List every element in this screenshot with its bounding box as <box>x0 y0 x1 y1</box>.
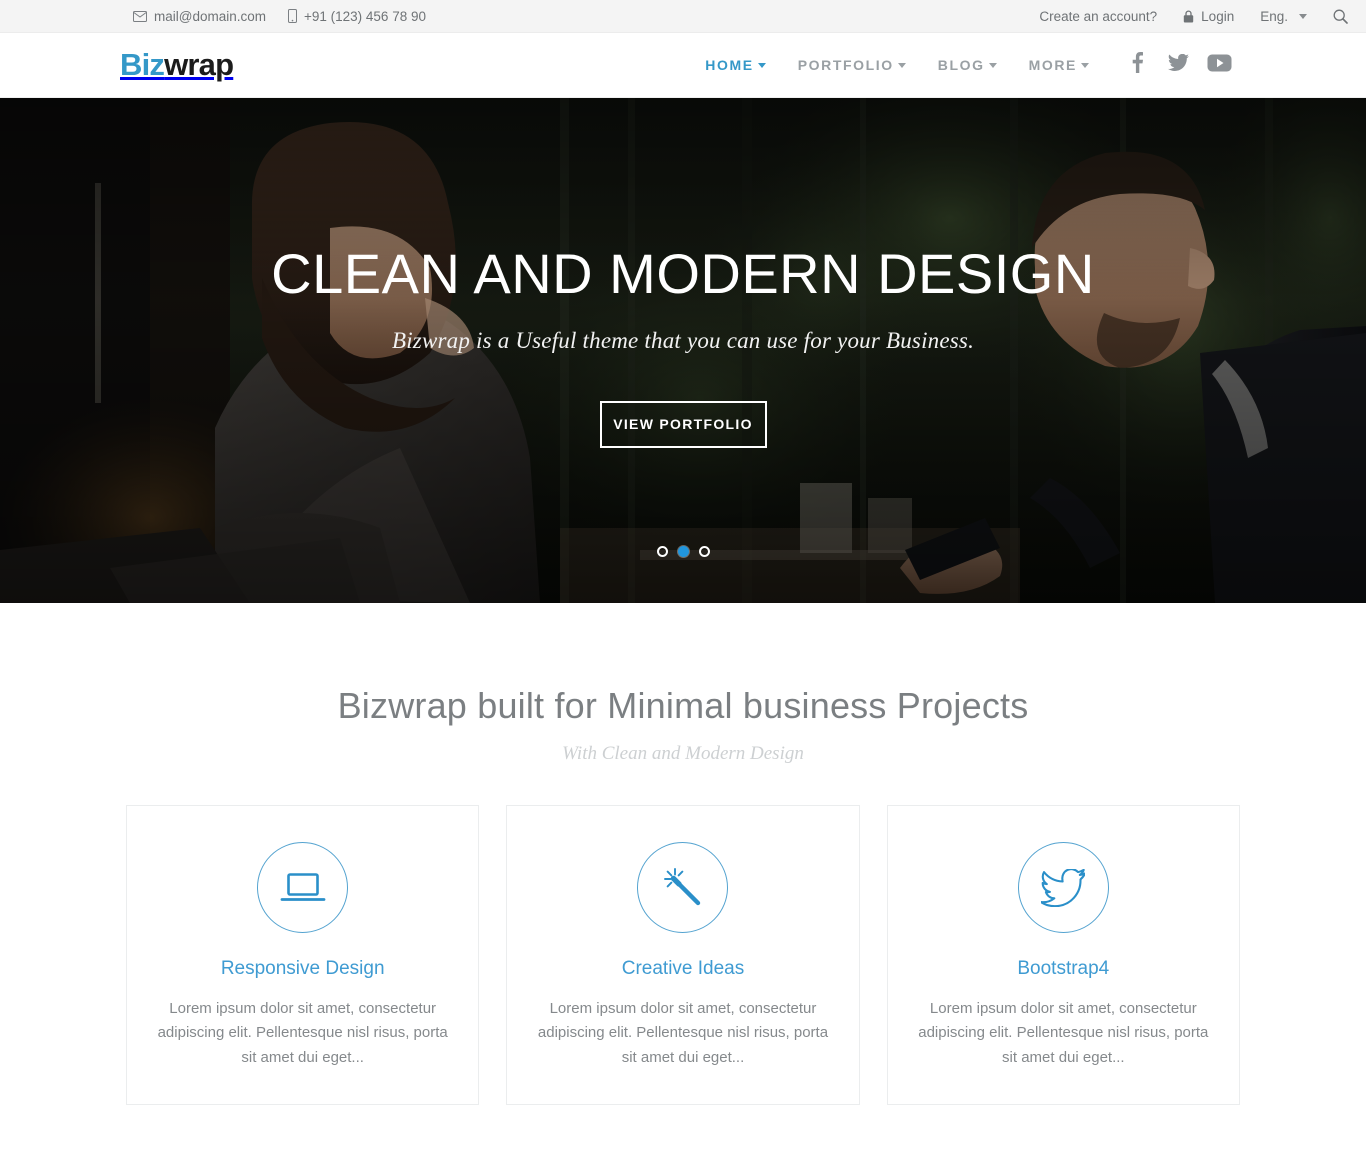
login-link[interactable]: Login <box>1183 9 1234 24</box>
view-portfolio-button[interactable]: VIEW PORTFOLIO <box>599 400 767 448</box>
youtube-icon <box>1207 54 1232 77</box>
carousel-dot-1[interactable] <box>656 546 668 557</box>
language-label: Eng. <box>1260 8 1288 24</box>
search-button[interactable] <box>1333 9 1348 24</box>
hero-title: CLEAN AND MODERN DESIGN <box>271 242 1095 305</box>
hero-subtitle: Bizwrap is a Useful theme that you can u… <box>391 327 975 353</box>
email-text: mail@domain.com <box>154 8 266 24</box>
feature-card-responsive-design[interactable]: Responsive Design Lorem ipsum dolor sit … <box>126 805 480 1105</box>
chevron-down-icon <box>757 62 766 68</box>
chevron-down-icon <box>1081 62 1089 68</box>
feature-card-text: Lorem ipsum dolor sit amet, consectetur … <box>918 1000 1209 1066</box>
lock-icon <box>1183 9 1194 23</box>
social-links <box>1117 45 1240 86</box>
create-account-link[interactable]: Create an account? <box>1039 9 1157 24</box>
hero-carousel: CLEAN AND MODERN DESIGN Bizwrap is a Use… <box>0 98 1366 603</box>
nav-item-more[interactable]: MORE <box>1013 33 1105 98</box>
top-bar: mail@domain.com +91 (123) 456 78 90 Crea… <box>0 0 1366 33</box>
top-bar-account: Create an account? Login Eng. <box>1039 9 1348 24</box>
create-account-label: Create an account? <box>1039 8 1158 24</box>
feature-card-list: Responsive Design Lorem ipsum dolor sit … <box>0 805 1366 1105</box>
facebook-icon <box>1132 52 1144 78</box>
top-bar-contact: mail@domain.com +91 (123) 456 78 90 <box>133 9 426 24</box>
twitter-bird-icon <box>1017 842 1109 933</box>
chevron-down-icon <box>988 62 997 68</box>
nav-label-more: MORE <box>1028 56 1077 73</box>
feature-card-bootstrap4[interactable]: Bootstrap4 Lorem ipsum dolor sit amet, c… <box>886 805 1240 1105</box>
nav-label-home: HOME <box>705 56 754 73</box>
features-section: Bizwrap built for Minimal business Proje… <box>0 603 1366 1149</box>
nav-label-portfolio: PORTFOLIO <box>797 56 894 73</box>
laptop-icon <box>257 842 349 933</box>
email-link[interactable]: mail@domain.com <box>133 9 266 24</box>
search-icon <box>1333 9 1348 24</box>
nav-item-home[interactable]: HOME <box>689 33 781 98</box>
nav-label-blog: BLOG <box>937 56 985 73</box>
feature-card-creative-ideas[interactable]: Creative Ideas Lorem ipsum dolor sit ame… <box>506 805 860 1105</box>
phone-link[interactable]: +91 (123) 456 78 90 <box>288 9 426 24</box>
feature-card-title: Responsive Design <box>220 958 385 979</box>
feature-card-text: Lorem ipsum dolor sit amet, consectetur … <box>157 1000 448 1066</box>
hero-content: CLEAN AND MODERN DESIGN Bizwrap is a Use… <box>0 98 1366 603</box>
nav-item-blog[interactable]: BLOG <box>922 33 1013 98</box>
login-label: Login <box>1201 8 1235 24</box>
logo-text-secondary: wrap <box>164 47 234 82</box>
carousel-indicators <box>0 546 1366 557</box>
language-selector[interactable]: Eng. <box>1260 9 1307 24</box>
mobile-phone-icon <box>288 9 297 23</box>
site-logo[interactable]: Bizwrap <box>120 47 234 83</box>
twitter-link[interactable] <box>1158 45 1199 86</box>
main-navigation: HOME PORTFOLIO BLOG MORE <box>689 33 1240 98</box>
envelope-icon <box>133 10 147 22</box>
logo-text-primary: Biz <box>120 47 165 82</box>
twitter-icon <box>1168 53 1189 77</box>
youtube-link[interactable] <box>1199 45 1240 86</box>
chevron-down-icon <box>1299 13 1307 19</box>
section-subtitle: With Clean and Modern Design <box>562 743 804 764</box>
feature-card-title: Creative Ideas <box>621 958 745 979</box>
feature-card-text: Lorem ipsum dolor sit amet, consectetur … <box>537 1000 829 1066</box>
phone-text: +91 (123) 456 78 90 <box>304 8 426 24</box>
carousel-dot-3[interactable] <box>698 546 710 557</box>
magic-wand-icon <box>637 842 729 933</box>
site-header: Bizwrap HOME PORTFOLIO BLOG MORE <box>0 33 1366 98</box>
carousel-dot-2[interactable] <box>677 546 689 557</box>
facebook-link[interactable] <box>1117 45 1158 86</box>
feature-card-title: Bootstrap4 <box>1017 958 1110 979</box>
chevron-down-icon <box>897 62 906 68</box>
section-title: Bizwrap built for Minimal business Proje… <box>337 685 1029 726</box>
nav-item-portfolio[interactable]: PORTFOLIO <box>782 33 922 98</box>
